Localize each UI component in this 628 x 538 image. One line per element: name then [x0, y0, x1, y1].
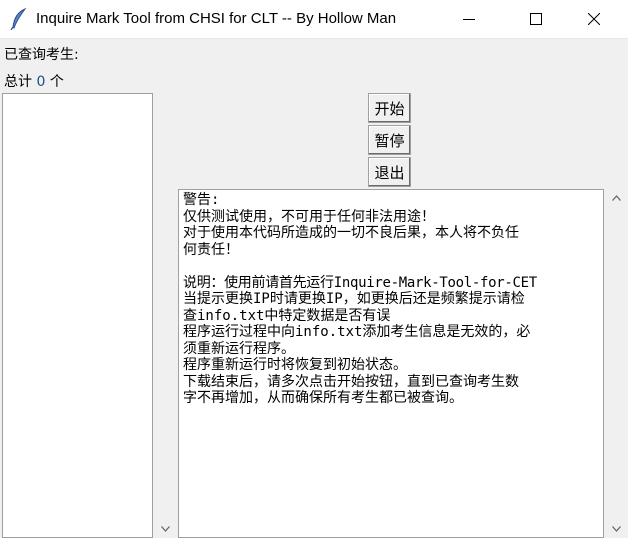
total-prefix: 总计 [4, 74, 32, 90]
queried-students-label: 已查询考生: [4, 47, 79, 63]
feather-icon [10, 8, 27, 30]
log-line: 程序重新运行时将恢复到初始状态。 [183, 357, 407, 373]
log-line: 警告: [183, 192, 220, 208]
log-text-area[interactable]: 警告: 仅供测试使用，不可用于任何非法用途！ 对于使用本代码所造成的一切不良后果，本… [178, 189, 604, 538]
log-line: 说明：使用前请首先运行Inquire-Mark-Tool-for-CET [183, 274, 537, 291]
window-title: Inquire Mark Tool from CHSI for CLT -- B… [36, 10, 397, 27]
log-line: 查info.txt中特定数据是否有误 [183, 307, 391, 324]
total-count-line: 总计 0 个 [4, 71, 64, 91]
log-scrollbar[interactable] [604, 189, 628, 538]
maximize-button[interactable] [513, 0, 559, 38]
queried-students-list[interactable] [2, 93, 153, 538]
log-line: 字不再增加，从而确保所有考生都已被查询。 [183, 390, 463, 406]
total-count-value: 0 [36, 74, 46, 90]
students-list-scrollbar[interactable] [153, 93, 177, 538]
log-line: 对于使用本代码所造成的一切不良后果，本人将不负任 [183, 225, 519, 241]
scroll-down-icon[interactable] [612, 526, 621, 532]
pause-button[interactable]: 暂停 [368, 125, 411, 155]
title-bar: Inquire Mark Tool from CHSI for CLT -- B… [0, 0, 628, 39]
scroll-up-icon[interactable] [612, 195, 621, 201]
close-button[interactable] [571, 0, 617, 38]
log-line: 仅供测试使用，不可用于任何非法用途！ [183, 208, 435, 225]
start-button[interactable]: 开始 [368, 93, 411, 123]
minimize-icon [463, 19, 475, 20]
log-line: 下载结束后，请多次点击开始按钮，直到已查询考生数 [183, 373, 519, 390]
log-line: 程序运行过程中向info.txt添加考生信息是无效的，必 [183, 324, 531, 340]
log-line: 须重新运行程序。 [183, 340, 295, 357]
total-suffix: 个 [49, 74, 64, 90]
exit-button[interactable]: 退出 [368, 157, 411, 187]
scroll-down-icon[interactable] [161, 526, 170, 532]
close-icon [588, 13, 600, 25]
maximize-icon [530, 13, 542, 25]
minimize-button[interactable] [446, 0, 492, 38]
log-line: 何责任！ [183, 241, 239, 258]
log-line: 当提示更换IP时请更换IP，如更换后还是频繁提示请检 [183, 291, 525, 307]
